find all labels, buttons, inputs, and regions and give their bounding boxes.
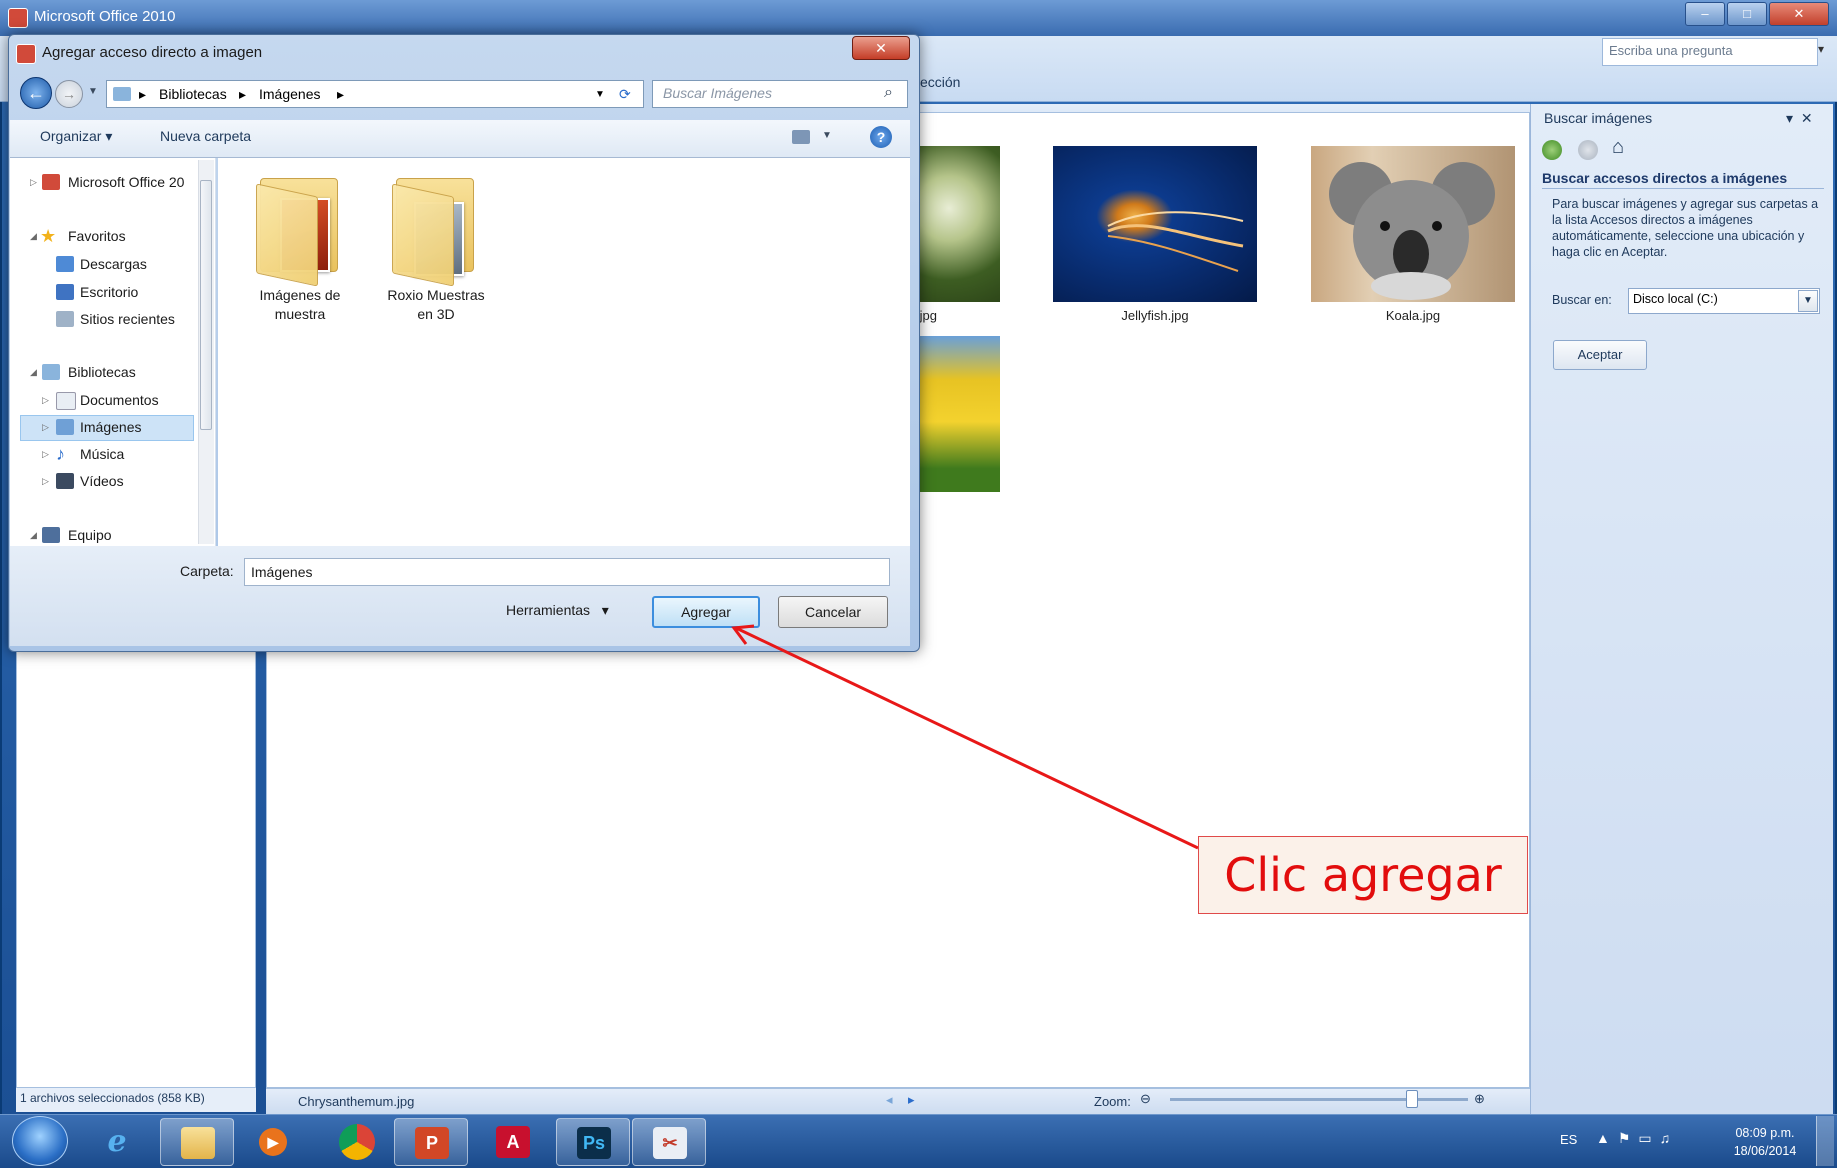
internet-explorer-icon: e: [107, 1124, 127, 1159]
clock-time: 08:09 p.m.: [1735, 1126, 1795, 1140]
language-indicator[interactable]: ES: [1560, 1132, 1577, 1147]
system-tray-icons[interactable]: ▲⚑▭♫: [1596, 1130, 1678, 1147]
taskbar-ie[interactable]: e: [80, 1118, 154, 1166]
start-button[interactable]: [12, 1116, 68, 1166]
powerpoint-icon: P: [415, 1127, 449, 1159]
taskbar-acrobat[interactable]: A: [476, 1118, 550, 1166]
taskbar-explorer[interactable]: [160, 1118, 234, 1166]
annotation-arrow: [731, 624, 1199, 850]
clock-date: 18/06/2014: [1733, 1144, 1797, 1158]
show-hidden-icons-icon[interactable]: ▲: [1596, 1130, 1618, 1146]
chrome-icon: [339, 1124, 375, 1160]
volume-icon[interactable]: ♫: [1660, 1130, 1679, 1146]
clock[interactable]: 08:09 p.m. 18/06/2014: [1720, 1124, 1810, 1160]
taskbar-chrome[interactable]: [320, 1118, 394, 1166]
photoshop-icon: Ps: [577, 1127, 611, 1159]
network-icon[interactable]: ▭: [1638, 1130, 1659, 1146]
office-picture-icon: ✂: [653, 1127, 687, 1159]
taskbar-photoshop[interactable]: Ps: [556, 1118, 630, 1166]
media-player-icon: ▶: [259, 1128, 287, 1156]
taskbar-powerpoint[interactable]: P: [394, 1118, 468, 1166]
explorer-icon: [181, 1127, 215, 1159]
annotation-callout: Clic agregar: [1198, 836, 1528, 914]
taskbar-picture-manager[interactable]: ✂: [632, 1118, 706, 1166]
action-center-icon[interactable]: ⚑: [1618, 1130, 1639, 1146]
taskbar-media-player[interactable]: ▶: [236, 1118, 310, 1166]
acrobat-icon: A: [496, 1126, 530, 1158]
show-desktop-button[interactable]: [1816, 1116, 1834, 1166]
